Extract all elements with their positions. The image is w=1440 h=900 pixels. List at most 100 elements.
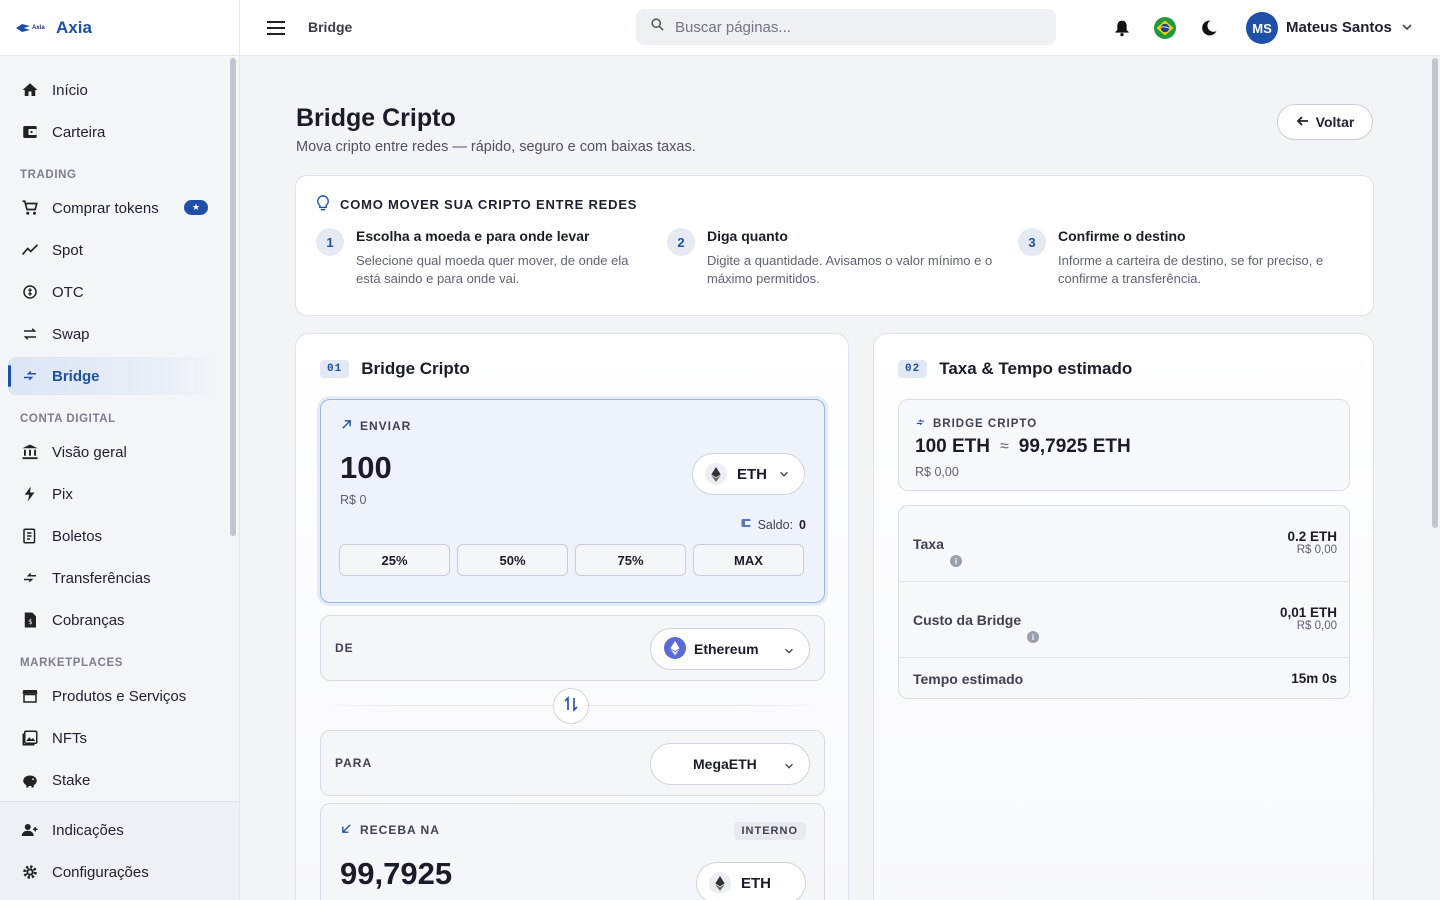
pct-max-button[interactable]: MAX (693, 544, 804, 576)
swap-direction-button[interactable] (553, 688, 589, 724)
sidebar-item-indicacoes[interactable]: Indicações (8, 811, 231, 849)
fee-row-custo-bridge: Custo da Bridge i 0,01 ETH R$ 0,00 (899, 582, 1349, 658)
swap-vertical-icon (564, 695, 578, 717)
swap-icon (20, 324, 40, 344)
arrow-left-icon (1296, 114, 1310, 131)
fee-name: Tempo estimado (913, 671, 1024, 687)
bridge-card-header: 01 Bridge Cripto (320, 359, 470, 379)
main-scrollbar[interactable] (1432, 58, 1438, 528)
to-network-row: PARA MegaETH (320, 730, 825, 796)
page-title: Bridge Cripto (296, 104, 456, 132)
sidebar: Axia Axia Início Carteira TRADING Compra… (0, 0, 240, 900)
search-input[interactable] (675, 18, 1035, 36)
token-select[interactable]: ETH (692, 453, 805, 495)
avatar[interactable]: MS (1246, 12, 1278, 44)
fees-card: 02 Taxa & Tempo estimado BRIDGE CRIPTO 1… (873, 333, 1374, 900)
from-network-label: Ethereum (694, 641, 759, 657)
sidebar-item-pix[interactable]: Pix (8, 475, 220, 513)
balance: Saldo: 0 (740, 517, 806, 532)
from-network-row: DE Ethereum (320, 615, 825, 681)
brand-logo: Axia (16, 21, 46, 35)
sidebar-item-comprar-tokens[interactable]: Comprar tokens ★ (8, 189, 220, 227)
svg-text:$: $ (28, 618, 32, 626)
sidebar-item-label: Transferências (52, 569, 151, 587)
section-marketplaces: MARKETPLACES (20, 657, 124, 669)
step-number: 1 (316, 228, 344, 256)
brand-name: Axia (56, 17, 92, 37)
menu-icon[interactable] (266, 18, 286, 38)
sidebar-item-swap[interactable]: Swap (8, 315, 220, 353)
how-to-card: COMO MOVER SUA CRIPTO ENTRE REDES 1 Esco… (295, 175, 1374, 316)
sidebar-item-label: Visão geral (52, 443, 127, 461)
pct-75-button[interactable]: 75% (575, 544, 686, 576)
sidebar-item-boletos[interactable]: Boletos (8, 517, 220, 555)
receive-token-select[interactable]: ETH (696, 862, 806, 900)
dark-mode-icon[interactable] (1198, 17, 1220, 39)
bridge-small-icon (915, 417, 926, 431)
piggy-icon (20, 770, 40, 790)
sidebar-item-inicio[interactable]: Início (8, 71, 220, 109)
fee-name: Custo da Bridge (913, 612, 1022, 628)
image-icon (20, 728, 40, 748)
send-box[interactable]: ENVIAR 100 R$ 0 ETH Saldo: 0 25% 50% 75%… (320, 399, 825, 603)
balance-value: 0 (799, 517, 806, 532)
sidebar-item-stake[interactable]: Stake (8, 761, 220, 799)
info-icon[interactable]: i (1027, 631, 1039, 643)
summary-label-text: BRIDGE CRIPTO (933, 418, 1038, 430)
invoice-icon: $ (20, 610, 40, 630)
send-amount-input[interactable]: 100 (340, 450, 392, 486)
brand-logo-text: Axia (32, 24, 45, 31)
ethereum-network-icon (664, 636, 686, 662)
page-subtitle: Mova cripto entre redes — rápido, seguro… (296, 139, 696, 155)
fee-fiat: R$ 0,00 (1296, 620, 1337, 632)
sidebar-item-transferencias[interactable]: Transferências (8, 559, 220, 597)
back-button[interactable]: Voltar (1277, 104, 1373, 140)
brazil-flag-icon[interactable] (1154, 17, 1176, 39)
sidebar-item-spot[interactable]: Spot (8, 231, 220, 269)
summary-to: 99,7925 ETH (1018, 436, 1131, 457)
chevron-down-icon[interactable] (1400, 20, 1414, 39)
trend-icon (20, 240, 40, 260)
bell-icon[interactable] (1111, 17, 1133, 39)
info-icon[interactable]: i (950, 555, 962, 567)
receive-label-text: RECEBA NA (360, 823, 440, 837)
sidebar-item-visao-geral[interactable]: Visão geral (8, 433, 220, 471)
bridge-card: 01 Bridge Cripto ENVIAR 100 R$ 0 ETH Sal… (295, 333, 849, 900)
user-name[interactable]: Mateus Santos (1286, 19, 1392, 36)
sidebar-item-produtos[interactable]: Produtos e Serviços (8, 677, 220, 715)
sidebar-item-bridge[interactable]: Bridge (8, 357, 220, 395)
summary-fiat: R$ 0,00 (915, 465, 959, 479)
summary-label: BRIDGE CRIPTO (915, 417, 1037, 431)
sidebar-item-configuracoes[interactable]: Configurações (8, 853, 231, 891)
chevron-down-icon (783, 759, 795, 775)
sidebar-item-cobrancas[interactable]: $ Cobranças (8, 601, 220, 639)
sidebar-item-label: Configurações (52, 863, 149, 881)
sidebar-item-nfts[interactable]: NFTs (8, 719, 220, 757)
bolt-icon (20, 484, 40, 504)
pct-25-button[interactable]: 25% (339, 544, 450, 576)
sidebar-item-otc[interactable]: OTC (8, 273, 220, 311)
from-network-select[interactable]: Ethereum (650, 628, 810, 670)
how-to-title: COMO MOVER SUA CRIPTO ENTRE REDES (316, 195, 637, 214)
brand[interactable]: Axia Axia (0, 0, 239, 56)
send-label: ENVIAR (341, 419, 411, 433)
chevron-down-icon (783, 644, 795, 660)
section-trading: TRADING (20, 169, 77, 181)
step-chip: 02 (898, 360, 928, 378)
from-label: DE (335, 641, 354, 655)
home-icon (20, 80, 40, 100)
sidebar-item-label: Swap (52, 325, 90, 343)
sidebar-scrollbar[interactable] (230, 58, 236, 536)
sidebar-item-label: Cobranças (52, 611, 125, 629)
pct-50-button[interactable]: 50% (457, 544, 568, 576)
to-network-select[interactable]: MegaETH (650, 743, 810, 785)
receive-box: RECEBA NA INTERNO 99,7925 ETH (320, 803, 825, 900)
chevron-down-icon (778, 467, 790, 484)
sidebar-item-carteira[interactable]: Carteira (8, 113, 220, 151)
sidebar-item-label: Pix (52, 485, 73, 503)
step-description: Selecione qual moeda quer mover, de onde… (356, 253, 629, 286)
search-bar[interactable] (636, 9, 1056, 45)
add-user-icon (20, 820, 40, 840)
sidebar-item-label: Carteira (52, 123, 106, 141)
fee-row-taxa: Taxa i 0.2 ETH R$ 0,00 (899, 506, 1349, 582)
